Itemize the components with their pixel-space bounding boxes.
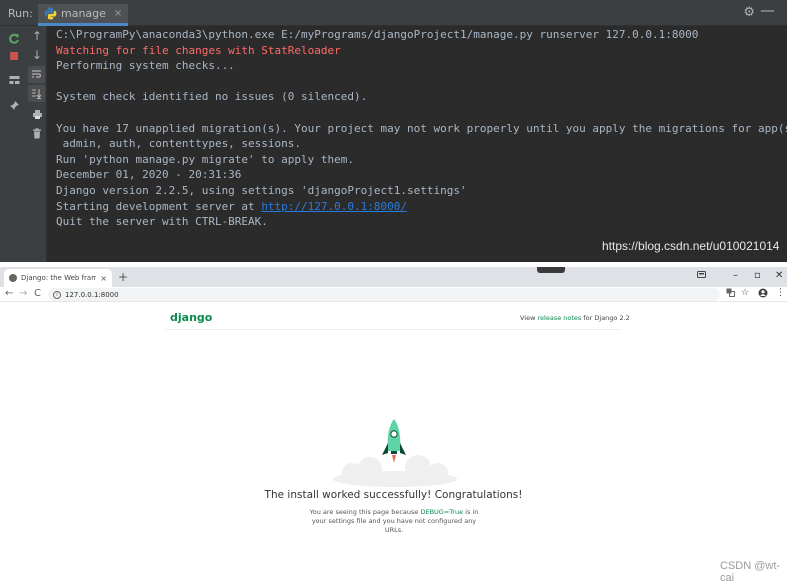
cloud: [333, 455, 457, 487]
console-line: Watching for file changes with StatReloa…: [56, 43, 776, 59]
console-line: December 01, 2020 - 20:31:36: [56, 167, 776, 183]
menu-icon[interactable]: ⋮: [776, 288, 785, 298]
window-minimize-button[interactable]: –: [733, 270, 738, 281]
run-toolbar-right: ↑ ↓: [27, 26, 47, 262]
rocket: [382, 419, 406, 463]
sub-prefix: You are seeing this page because: [309, 508, 421, 516]
gear-icon[interactable]: ⚙: [743, 5, 755, 20]
window-drag-handle[interactable]: [537, 267, 565, 273]
layout-icon[interactable]: [6, 72, 22, 88]
console-line-text: admin, auth, contenttypes, sessions.: [56, 137, 302, 151]
django-logo[interactable]: django: [170, 311, 212, 324]
django-header: django View release notes for Django 2.2: [0, 303, 787, 329]
console-line-text: Run 'python manage.py migrate' to apply …: [56, 152, 355, 166]
info-icon[interactable]: i: [53, 290, 61, 299]
close-icon[interactable]: ×: [100, 274, 107, 283]
console-line-text: System check identified no issues (0 sil…: [56, 90, 368, 104]
reload-button[interactable]: C: [34, 288, 41, 299]
pin-icon[interactable]: [6, 97, 22, 113]
new-tab-button[interactable]: +: [118, 270, 128, 284]
ide-run-panel: Run: manage × ⚙ — ↑ ↓ C:\ProgramPy\anaco…: [0, 0, 804, 262]
console-line: System check identified no issues (0 sil…: [56, 89, 776, 105]
python-icon: [44, 7, 57, 20]
translate-icon[interactable]: [726, 288, 735, 300]
console-line-text: You have 17 unapplied migration(s). Your…: [56, 121, 805, 135]
console-line-text: Django version 2.2.5, using settings 'dj…: [56, 183, 467, 197]
trash-icon[interactable]: [29, 125, 45, 141]
console-line-text: Starting development server at: [56, 199, 262, 213]
csdn-watermark: CSDN @wt-cai: [720, 560, 781, 584]
address-bar-url: 127.0.0.1:8000: [65, 290, 119, 299]
browser-tab-title: Django: the Web framework f: [21, 274, 97, 282]
rocket-illustration: [333, 419, 457, 487]
debug-setting-link[interactable]: DEBUG=True: [420, 508, 463, 516]
release-notes-text: View release notes for Django 2.2: [520, 314, 630, 322]
run-tab-label: manage: [61, 7, 106, 20]
rerun-icon[interactable]: [6, 31, 22, 47]
profile-icon[interactable]: [697, 270, 706, 281]
release-prefix: View: [520, 314, 538, 322]
close-icon[interactable]: ×: [114, 8, 122, 19]
browser-window: Django: the Web framework f × + – ▫ ✕ ← …: [0, 267, 787, 584]
soft-wrap-icon[interactable]: [28, 66, 45, 83]
minimize-icon[interactable]: —: [760, 1, 775, 19]
print-icon[interactable]: [29, 106, 45, 122]
console-line: Django version 2.2.5, using settings 'dj…: [56, 183, 776, 199]
forward-button[interactable]: →: [19, 288, 27, 299]
console-line: Quit the server with CTRL-BREAK.: [56, 214, 776, 230]
globe-icon: [9, 274, 17, 282]
debug-explanation: You are seeing this page because DEBUG=T…: [305, 508, 483, 535]
release-notes-link[interactable]: release notes: [538, 314, 582, 322]
console-line-text: Watching for file changes with StatReloa…: [56, 43, 341, 57]
arrow-down-icon[interactable]: ↓: [29, 47, 45, 63]
window-maximize-button[interactable]: ▫: [754, 270, 761, 281]
window-close-button[interactable]: ✕: [775, 270, 783, 281]
address-bar[interactable]: i 127.0.0.1:8000: [48, 288, 720, 301]
run-tool-window-header: Run: manage × ⚙ —: [0, 0, 787, 26]
browser-toolbar: ← → C i 127.0.0.1:8000 ☆ ⋮: [0, 287, 787, 302]
run-label: Run:: [8, 7, 33, 20]
server-url-link[interactable]: http://127.0.0.1:8000/: [261, 200, 407, 213]
console-line-text: December 01, 2020 - 20:31:36: [56, 168, 242, 182]
account-icon[interactable]: [758, 288, 768, 301]
console-line-text: Quit the server with CTRL-BREAK.: [56, 215, 268, 229]
console-line: Run 'python manage.py migrate' to apply …: [56, 152, 776, 168]
browser-tab[interactable]: Django: the Web framework f ×: [4, 269, 112, 287]
release-suffix: for Django 2.2: [581, 314, 630, 322]
console-output: C:\ProgramPy\anaconda3\python.exe E:/myP…: [56, 27, 804, 230]
console-line: Starting development server at http://12…: [56, 199, 776, 215]
run-tab-manage[interactable]: manage ×: [38, 4, 129, 26]
console-line: Performing system checks...: [56, 58, 776, 74]
page-margin: [787, 0, 808, 580]
header-divider: [165, 329, 620, 330]
arrow-up-icon[interactable]: ↑: [29, 28, 45, 44]
console-line-text: Performing system checks...: [56, 59, 235, 73]
bookmark-star-icon[interactable]: ☆: [741, 288, 749, 298]
scroll-to-end-icon[interactable]: [28, 85, 45, 102]
watermark-url: https://blog.csdn.net/u010021014: [602, 239, 780, 253]
browser-tabstrip: Django: the Web framework f × + – ▫ ✕: [0, 267, 787, 287]
back-button[interactable]: ←: [5, 288, 13, 299]
console-line-text: C:\ProgramPy\anaconda3\python.exe E:/myP…: [56, 28, 699, 41]
congrats-heading: The install worked successfully! Congrat…: [264, 489, 523, 501]
stop-icon[interactable]: [6, 48, 22, 64]
console-line: You have 17 unapplied migration(s). Your…: [56, 121, 804, 137]
run-toolbar-left: [0, 26, 27, 262]
console-line: admin, auth, contenttypes, sessions.: [56, 136, 776, 152]
console-line: C:\ProgramPy\anaconda3\python.exe E:/myP…: [56, 27, 776, 43]
